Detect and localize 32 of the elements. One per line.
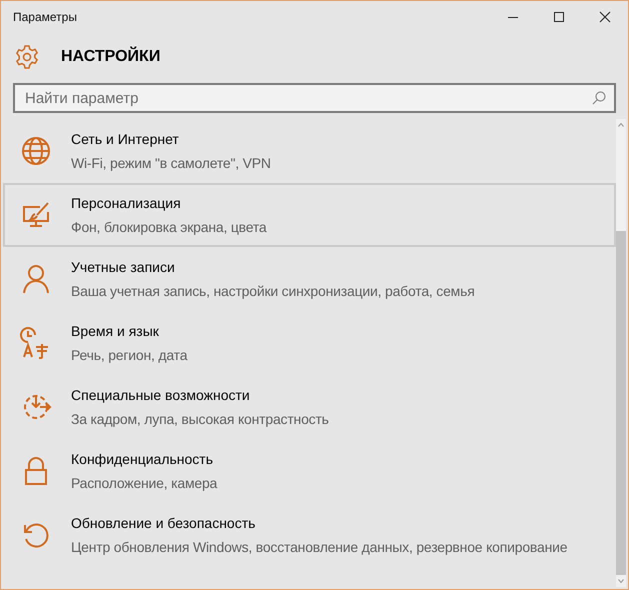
category-item[interactable]: Конфиденциальность Расположение, камера — [3, 439, 616, 503]
category-item[interactable]: Сеть и Интернет Wi-Fi, режим "в самолете", VPN — [3, 119, 616, 183]
category-description: Ваша учетная запись, настройки синхронизации, работа, семья — [71, 282, 475, 301]
category-description: За кадром, лупа, высокая контрастность — [71, 410, 329, 429]
search-icon[interactable] — [592, 91, 606, 105]
category-description: Расположение, камера — [71, 474, 218, 493]
category-title: Учетные записи — [71, 258, 176, 276]
scrollbar-thumb[interactable] — [616, 231, 626, 575]
category-title: Персонализация — [71, 194, 182, 213]
category-item[interactable]: Время и язык Речь, регион, дата — [3, 311, 616, 375]
search-field[interactable]: Найти параметр — [13, 83, 616, 113]
category-title: Специальные возможности — [71, 386, 251, 405]
person-icon — [20, 263, 52, 295]
category-item[interactable]: Персонализация Фон, блокировка экрана, цвета — [3, 183, 616, 247]
category-description: Wi-Fi, режим "в самолете", VPN — [71, 154, 271, 173]
category-description: Речь, регион, дата — [71, 346, 188, 365]
category-title: Конфиденциальность — [71, 450, 214, 469]
category-description: Центр обновления Windows, восстановление данных, резервное копирование — [71, 538, 568, 557]
window-title: Параметры — [13, 9, 78, 26]
category-title: Время и язык — [71, 322, 160, 341]
category-item[interactable]: Учетные записи Ваша учетная запись, настройки синхронизации, работа, семья — [3, 247, 616, 311]
category-item[interactable]: Обновление и безопасность Центр обновления Windows, восстановление данных, резервное копирование — [3, 503, 616, 567]
category-description: Фон, блокировка экрана, цвета — [71, 218, 267, 237]
scroll-up-icon[interactable] — [618, 123, 624, 127]
scrollbar[interactable] — [616, 119, 626, 587]
page-heading: НАСТРОЙКИ — [61, 46, 160, 67]
category-title: Обновление и безопасность — [71, 514, 256, 532]
globe-icon — [20, 135, 52, 167]
category-item[interactable]: Специальные возможности За кадром, лупа, высокая контрастность — [3, 375, 616, 439]
scroll-down-icon[interactable] — [618, 579, 624, 583]
category-title: Сеть и Интернет — [71, 130, 180, 149]
settings-icon — [14, 44, 40, 70]
